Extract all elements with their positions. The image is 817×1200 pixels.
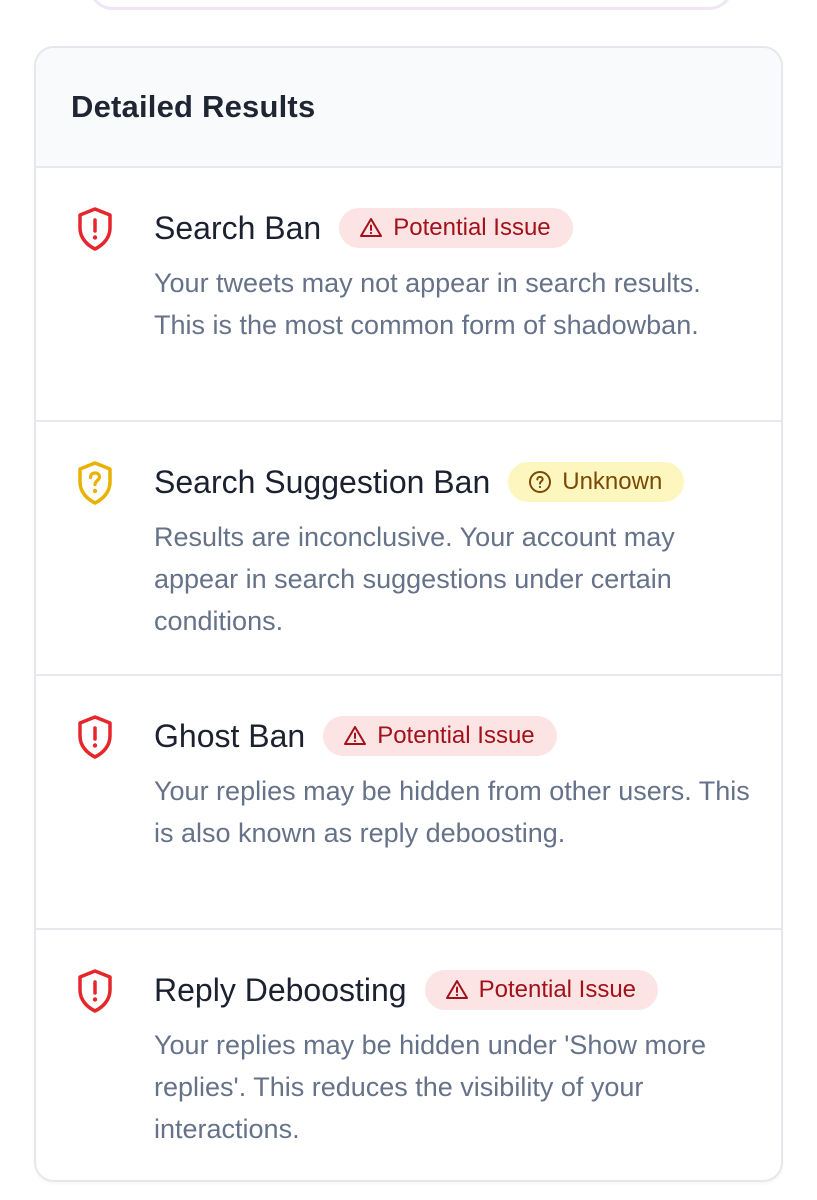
warning-triangle-icon	[344, 726, 367, 745]
warning-triangle-icon	[445, 980, 468, 999]
card-header: Detailed Results	[36, 48, 781, 168]
warning-triangle-icon	[360, 218, 383, 237]
shield-question-icon	[76, 460, 114, 506]
result-description: Your replies may be hidden under 'Show m…	[154, 1030, 706, 1144]
status-badge-label: Potential Issue	[393, 214, 551, 241]
status-badge-label: Potential Issue	[478, 976, 637, 1003]
result-item-search-suggestion-ban: Search Suggestion Ban Unknown Results ar…	[36, 422, 781, 676]
result-description: Results are inconclusive. Your account m…	[154, 522, 675, 636]
status-badge-label: Unknown	[562, 468, 663, 495]
result-title: Search Suggestion Ban	[154, 463, 491, 500]
result-description: Your replies may be hidden from other us…	[154, 776, 750, 848]
result-title: Reply Deboosting	[154, 971, 407, 1008]
result-item-search-ban: Search Ban Potential Issue Your tweets m…	[36, 168, 781, 422]
status-badge: Unknown	[508, 462, 685, 502]
section-title: Detailed Results	[71, 89, 316, 124]
result-title: Search Ban	[154, 209, 322, 246]
shield-alert-icon	[76, 206, 114, 252]
status-badge-label: Potential Issue	[377, 722, 535, 749]
question-circle-icon	[529, 471, 552, 493]
shield-alert-icon	[76, 968, 114, 1014]
result-item-ghost-ban: Ghost Ban Potential Issue Your replies m…	[36, 676, 781, 930]
shield-alert-icon	[76, 714, 114, 760]
result-title: Ghost Ban	[154, 717, 306, 754]
status-badge: Potential Issue	[424, 970, 659, 1010]
detailed-results-card: Detailed Results Search Ban Potential Is…	[34, 46, 783, 1182]
result-description: Your tweets may not appear in search res…	[154, 268, 701, 340]
status-badge: Potential Issue	[339, 208, 573, 248]
result-item-reply-deboosting: Reply Deboosting Potential Issue Your re…	[36, 930, 781, 1180]
previous-card-edge	[88, 0, 734, 10]
status-badge: Potential Issue	[323, 716, 557, 756]
